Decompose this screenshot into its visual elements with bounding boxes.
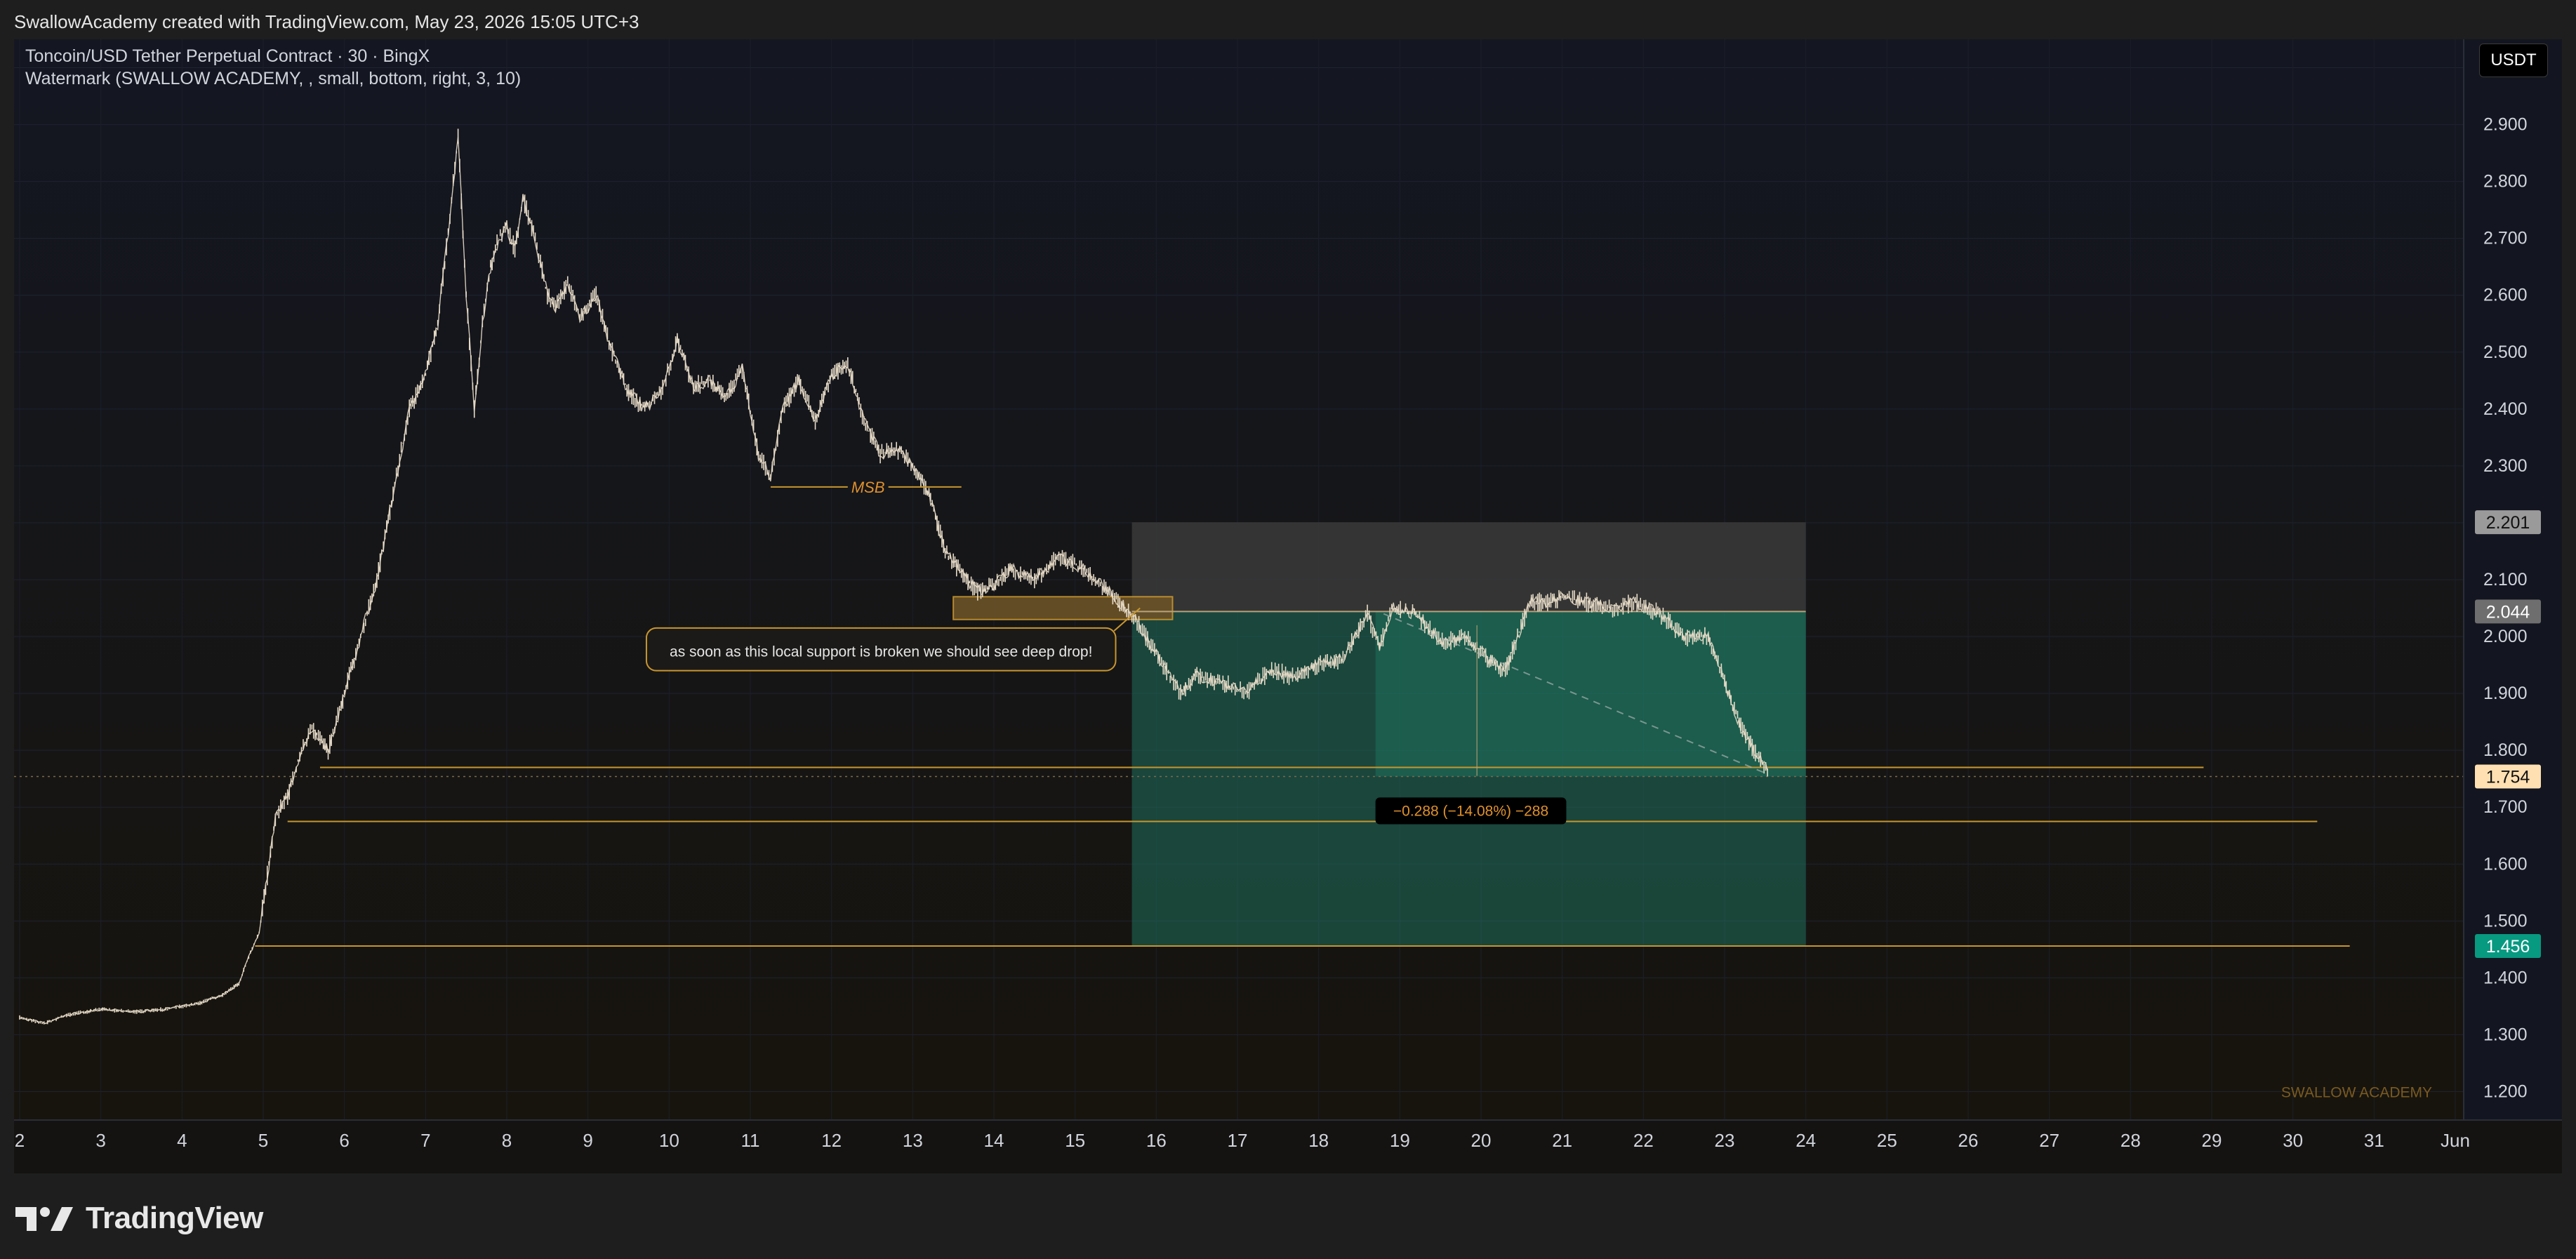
x-tick-label: 11 [741,1130,760,1151]
x-tick-label: 29 [2202,1130,2222,1151]
x-tick-label: 9 [583,1130,592,1151]
x-tick-label: 22 [1633,1130,1654,1151]
y-tick-label: 1.300 [2483,1025,2528,1044]
msb-label: MSB [851,479,885,496]
currency-button[interactable]: USDT [2479,44,2548,77]
watermark-text: SWALLOW ACADEMY [2281,1084,2432,1100]
stop-loss-zone [1131,522,1806,612]
tradingview-brand: TradingView [86,1201,263,1235]
measure-label: −0.288 (−14.08%) −288 [1393,803,1548,819]
x-tick-label: 28 [2120,1130,2141,1151]
y-tick-label: 2.700 [2483,229,2528,248]
y-tick-label: 1.800 [2483,740,2528,760]
y-tick-label: 1.700 [2483,797,2528,817]
x-tick-label: 10 [659,1130,679,1151]
y-tick-label: 2.800 [2483,172,2528,192]
x-tick-label: 14 [984,1130,1004,1151]
x-tick-label: 16 [1146,1130,1167,1151]
x-tick-label: 25 [1877,1130,1897,1151]
x-tick-label: 26 [1958,1130,1979,1151]
x-tick-label: 21 [1552,1130,1572,1151]
attribution-bar: SwallowAcademy created with TradingView.… [0,0,2576,39]
y-tick-label: 2.300 [2483,456,2528,476]
legend-symbol: Toncoin/USD Tether Perpetual Contract · … [25,46,430,66]
x-tick-label: 12 [821,1130,842,1151]
x-tick-label: 20 [1471,1130,1492,1151]
y-tick-label: 1.400 [2483,968,2528,987]
chart-area[interactable]: MSB as soon as this local support is brok… [14,39,2562,1173]
x-tick-label: 4 [177,1130,187,1151]
x-tick-label: 19 [1390,1130,1410,1151]
y-tick-label: 2.400 [2483,399,2528,419]
callout-text: as soon as this local support is broken … [670,644,1092,660]
y-tick-label: 1.900 [2483,684,2528,703]
x-tick-label: 5 [258,1130,268,1151]
tradingview-logo-icon [15,1207,73,1231]
price-chart-svg[interactable]: MSB as soon as this local support is brok… [14,39,2562,1173]
y-tick-label: 2.000 [2483,627,2528,646]
time-scale-background [14,1120,2562,1173]
x-tick-label: 2 [15,1130,25,1151]
legend-indicator: Watermark (SWALLOW ACADEMY, , small, bot… [25,69,521,88]
x-tick-label: 6 [339,1130,349,1151]
x-tick-label: 27 [2039,1130,2059,1151]
footer: TradingView [0,1173,2576,1259]
price-badge-label: 1.754 [2486,767,2530,787]
x-tick-label: 8 [502,1130,512,1151]
y-tick-label: 2.900 [2483,115,2528,135]
y-tick-label: 2.500 [2483,342,2528,362]
x-tick-label: 30 [2283,1130,2303,1151]
x-tick-label: 13 [903,1130,923,1151]
x-tick-label: 18 [1308,1130,1329,1151]
y-tick-label: 2.100 [2483,570,2528,589]
y-tick-label: 1.200 [2483,1081,2528,1101]
x-tick-label: 17 [1228,1130,1248,1151]
y-tick-label: 1.600 [2483,854,2528,874]
x-tick-label: Jun [2441,1130,2470,1151]
x-tick-label: 24 [1795,1130,1816,1151]
realized-profit-zone [1375,611,1806,777]
x-tick-label: 3 [95,1130,105,1151]
price-badge-label: 2.044 [2486,602,2530,622]
y-tick-label: 1.500 [2483,911,2528,931]
x-tick-label: 31 [2364,1130,2384,1151]
x-tick-label: 23 [1715,1130,1735,1151]
tradingview-logo[interactable]: TradingView [15,1199,263,1238]
y-tick-label: 2.600 [2483,286,2528,305]
price-badge-label: 2.201 [2486,513,2530,533]
x-tick-label: 15 [1065,1130,1085,1151]
price-badge-label: 1.456 [2486,937,2530,957]
x-tick-label: 7 [420,1130,430,1151]
attribution-text: SwallowAcademy created with TradingView.… [14,11,639,32]
